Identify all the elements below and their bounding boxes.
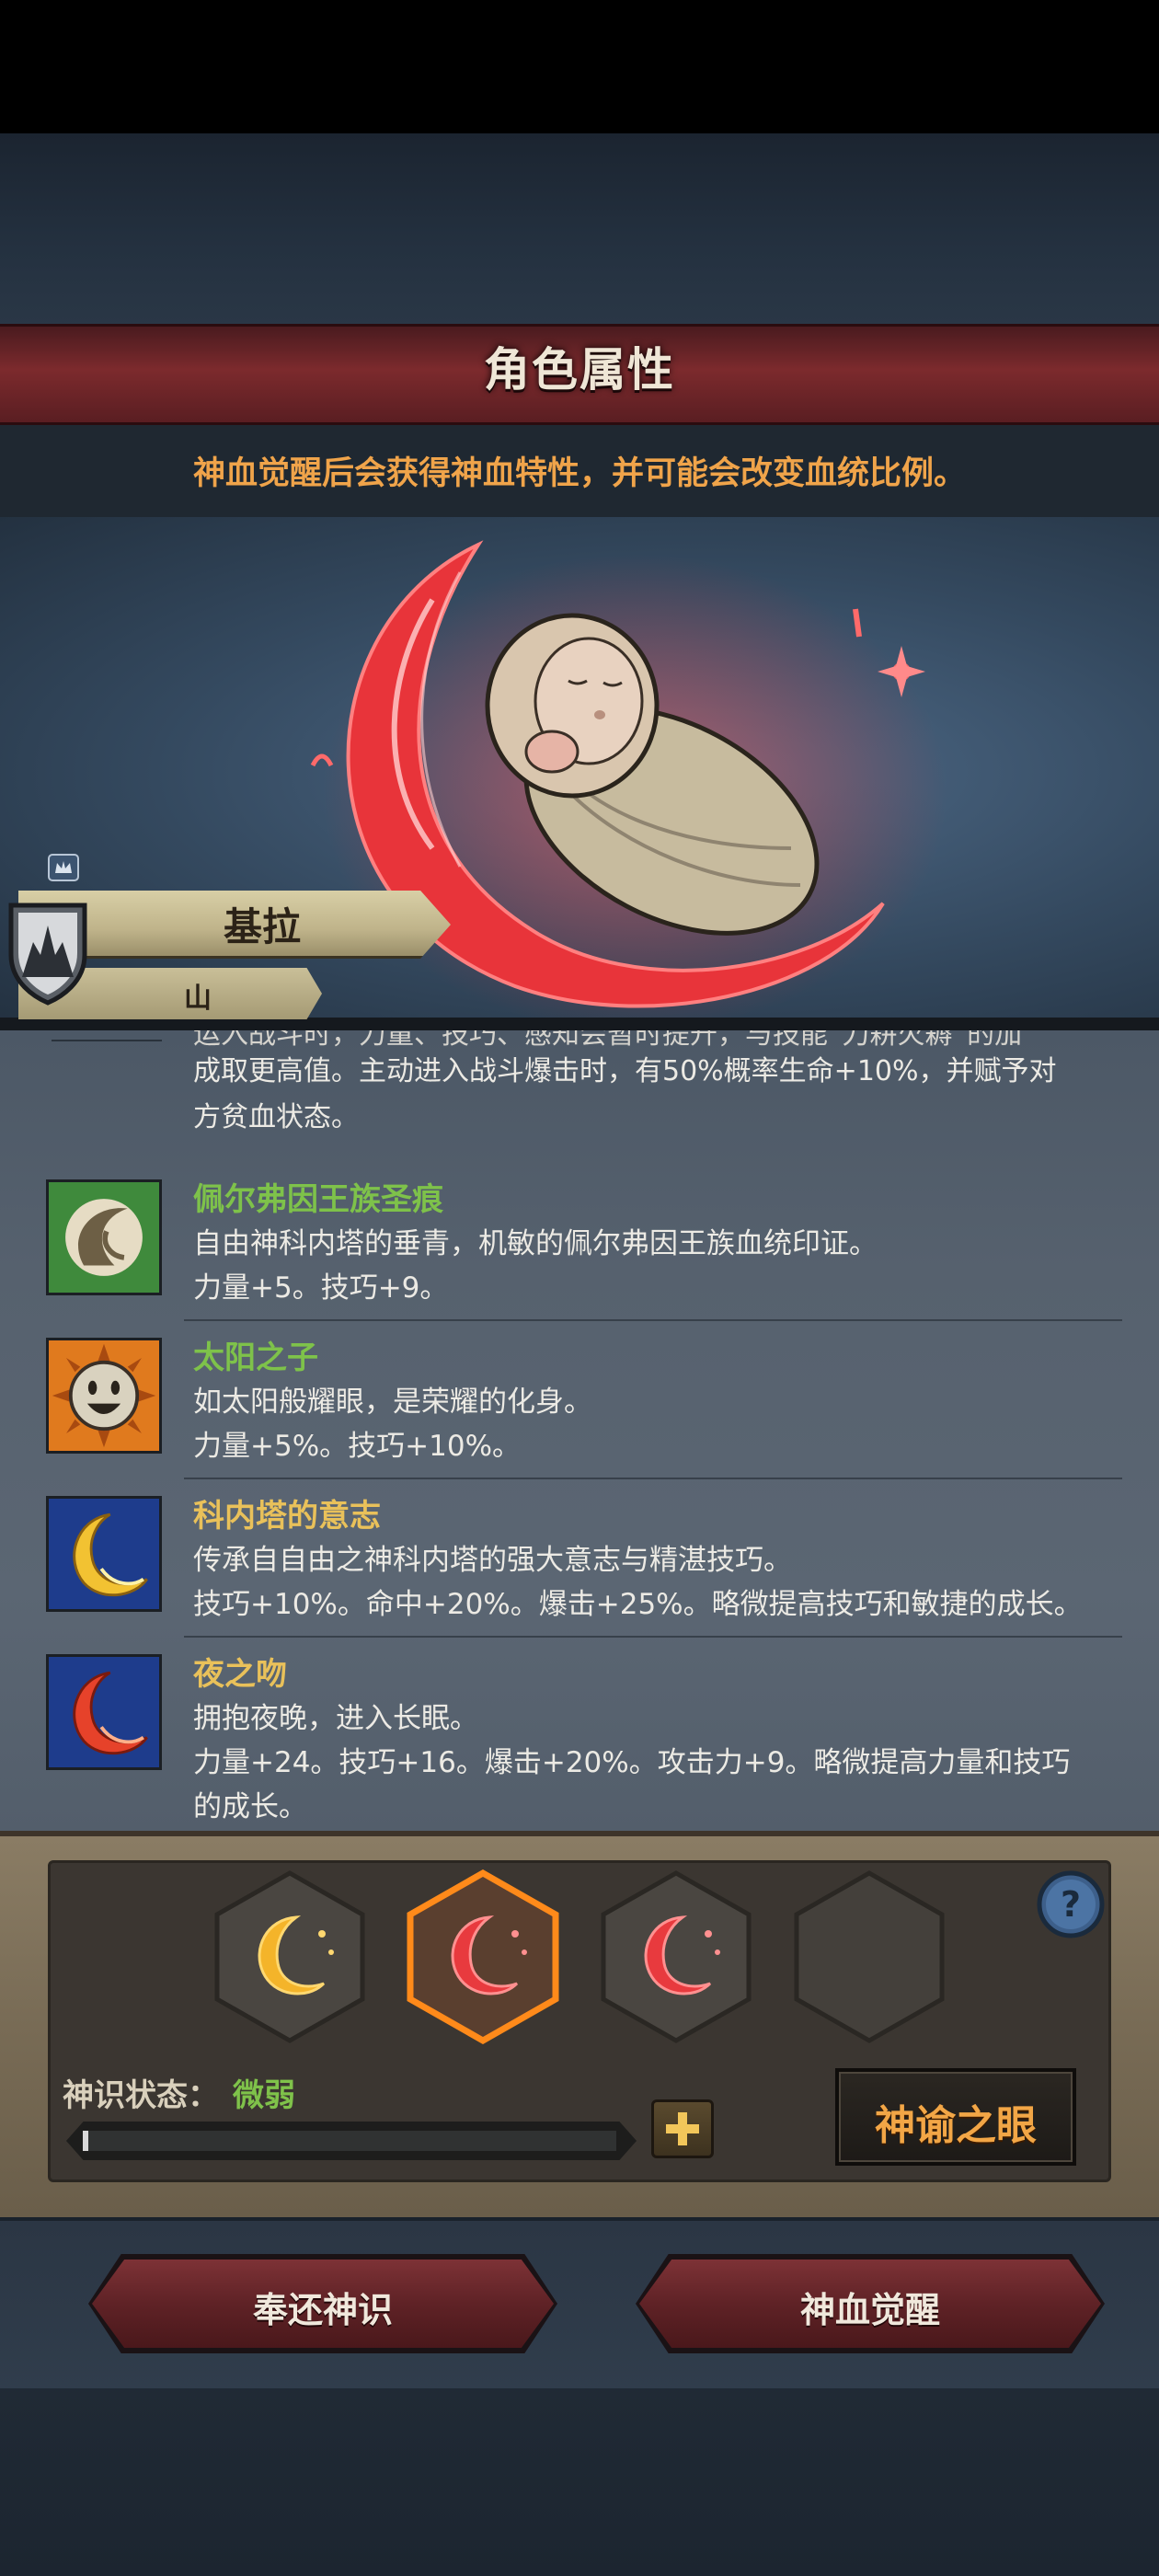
bottom-background: [0, 2388, 1159, 2576]
list-divider: [184, 1478, 1122, 1479]
trait-effect: 力量+5。技巧+9。: [193, 1271, 449, 1305]
mountain-shield-icon: [8, 903, 87, 1006]
list-divider: [184, 1636, 1122, 1638]
red-crescent-icon: [46, 1654, 162, 1770]
character-lineage: 山: [184, 983, 212, 1015]
list-divider: [52, 1040, 162, 1041]
trait-description: 传承自自由之神科内塔的强大意志与精湛技巧。: [193, 1544, 792, 1577]
plus-icon: [666, 2112, 699, 2145]
divine-slot-4-empty[interactable]: [791, 1869, 947, 2044]
crown-icon: [48, 854, 79, 881]
trait-effect: 的成长。: [193, 1790, 307, 1823]
consciousness-status-label: 神识状态：: [63, 2077, 219, 2114]
svg-text:?: ?: [1061, 1884, 1081, 1925]
trait-name: 佩尔弗因王族圣痕: [193, 1181, 443, 1218]
trait-description-partial: 运入战斗时，力量、技巧、感知会暂时提升，与技能“刀耕火耨”的加 成取更高值。主动…: [193, 1030, 1122, 1141]
portrait-border: [0, 1018, 1159, 1030]
trait-description: 如太阳般耀眼，是荣耀的化身。: [193, 1386, 592, 1419]
oracle-eye-label: 神谕之眼: [875, 2102, 1037, 2149]
sun-face-icon: [46, 1338, 162, 1454]
divine-slot-3[interactable]: [598, 1869, 754, 2044]
trait-name: 太阳之子: [193, 1340, 318, 1376]
trait-name: 夜之吻: [193, 1656, 287, 1693]
golden-crescent-icon: [46, 1496, 162, 1612]
trait-name: 科内塔的意志: [193, 1498, 381, 1535]
list-divider: [184, 1319, 1122, 1321]
trait-effect: 力量+5%。技巧+10%。: [193, 1430, 522, 1463]
royal-stigmata-icon: [46, 1179, 162, 1295]
status-bar-area: [0, 0, 1159, 133]
trait-description: 拥抱夜晚，进入长眠。: [193, 1702, 478, 1735]
trait-list[interactable]: [0, 1030, 1159, 1831]
return-consciousness-label: 奉还神识: [252, 2290, 393, 2330]
page-title: 角色属性: [484, 343, 675, 397]
consciousness-status-value: 微弱: [233, 2077, 295, 2114]
character-name: 基拉: [223, 904, 301, 949]
trait-description-line: 方贫血状态。: [193, 1101, 359, 1133]
trait-description-line: 成取更高值。主动进入战斗爆击时，有50%概率生命+10%，并赋予对: [193, 1055, 1057, 1087]
progress-track: [83, 2131, 616, 2151]
progress-fill: [83, 2131, 88, 2151]
trait-description: 自由神科内塔的垂青，机敏的佩尔弗因王族血统印证。: [193, 1227, 878, 1260]
help-icon[interactable]: ?: [1034, 1868, 1107, 1941]
add-consciousness-button[interactable]: [651, 2099, 714, 2158]
divine-slot-2-selected[interactable]: [405, 1869, 561, 2044]
awakening-notice: 神血觉醒后会获得神血特性，并可能会改变血统比例。: [192, 455, 966, 492]
header-background: [0, 133, 1159, 327]
trait-effect: 力量+24。技巧+16。爆击+20%。攻击力+9。略微提高力量和技巧: [193, 1746, 1071, 1779]
divine-blood-awaken-label: 神血觉醒: [799, 2290, 940, 2330]
divine-slot-1[interactable]: [212, 1869, 368, 2044]
trait-effect: 技巧+10%。命中+20%。爆击+25%。略微提高技巧和敏捷的成长。: [193, 1588, 1083, 1621]
cut-off-line: 运入战斗时，力量、技巧、感知会暂时提升，与技能“刀耕火耨”的加: [193, 1030, 1023, 1049]
